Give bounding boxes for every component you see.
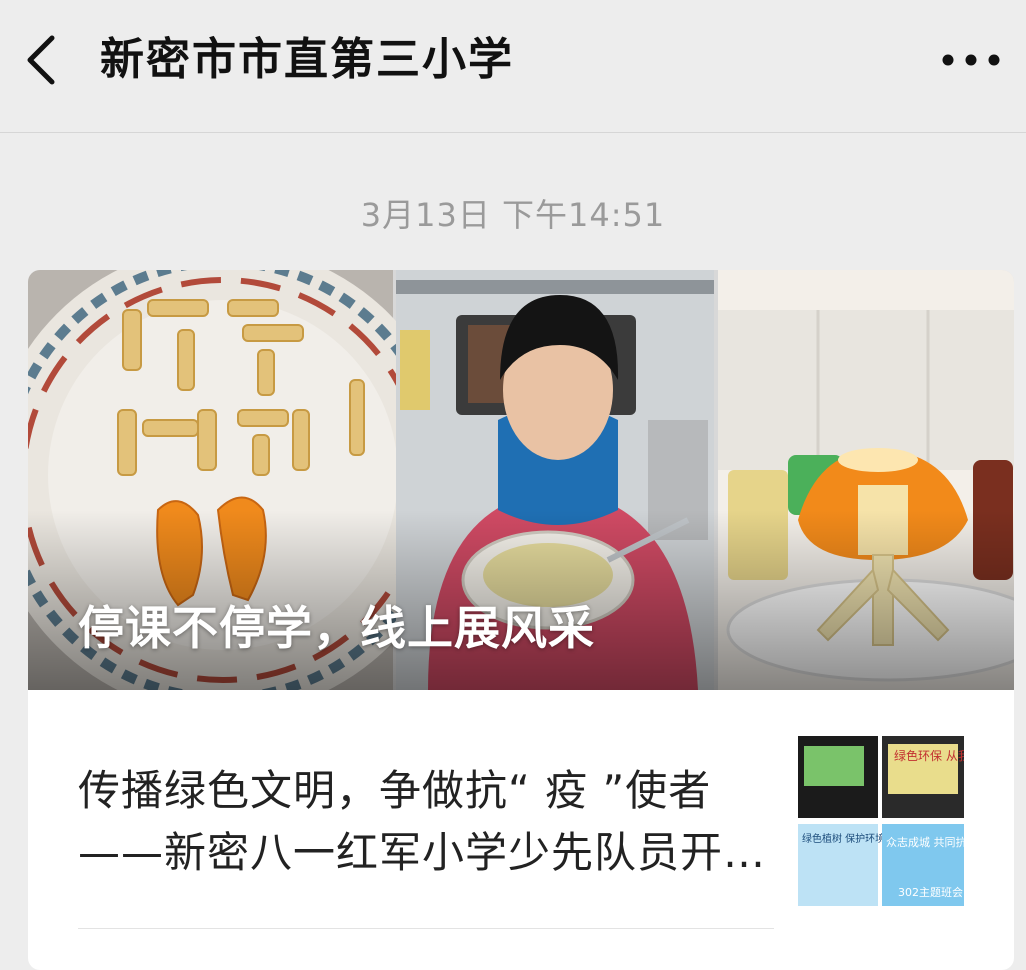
article-title: 传播绿色文明，争做抗“ 疫 ”使者——新密八一红军小学少先队员开展主题活动 xyxy=(78,766,767,877)
top-bar: 新密市市直第三小学 xyxy=(0,0,1026,133)
list-divider xyxy=(78,928,774,929)
article-thumbnail: 绿色环保 从我做起 绿色植树 保护环境 众志成城 共同抗疫 302主题班会 xyxy=(798,736,964,906)
more-dots-icon xyxy=(942,54,1000,66)
thumb-caption-1: 绿色环保 从我做起 xyxy=(894,748,964,763)
thumb-caption-4: 302主题班会 xyxy=(898,886,963,899)
page-title: 新密市市直第三小学 xyxy=(100,34,514,85)
chevron-left-icon xyxy=(27,35,55,85)
message-timestamp: 3月13日 下午14:51 xyxy=(360,196,666,234)
more-button[interactable] xyxy=(938,40,1008,80)
cover-title: 停课不停学，线上展风采 xyxy=(78,601,595,655)
thumb-caption-2: 绿色植树 保护环境 xyxy=(802,832,885,845)
thumb-caption-3: 众志成城 共同抗疫 xyxy=(886,835,964,849)
article-card: 停课不停学，线上展风采 传播绿色文明，争做抗“ 疫 ”使者——新密八一红军小学少… xyxy=(28,270,1014,970)
cover-article[interactable]: 停课不停学，线上展风采 xyxy=(28,270,1014,690)
back-button[interactable] xyxy=(18,28,68,92)
article-list-item[interactable]: 传播绿色文明，争做抗“ 疫 ”使者——新密八一红军小学少先队员开展主题活动 绿色… xyxy=(28,710,1014,930)
